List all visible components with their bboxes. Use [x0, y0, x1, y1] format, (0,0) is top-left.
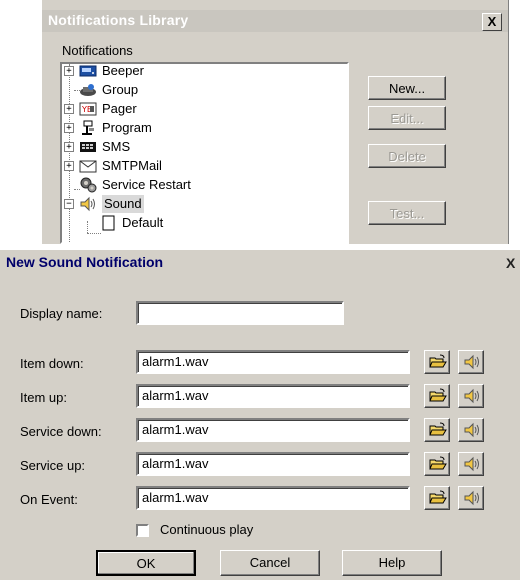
dialog-title-bar[interactable]: New Sound Notification X	[0, 250, 520, 274]
notifications-group-label: Notifications	[62, 43, 133, 58]
on-event-play-button[interactable]	[458, 486, 484, 510]
tree-item-sms[interactable]: + SMS	[62, 138, 342, 156]
on-event-sound-field[interactable]: alarm1.wav	[136, 486, 410, 510]
new-sound-notification-dialog: New Sound Notification X Display name: I…	[0, 250, 520, 580]
ok-button[interactable]: OK	[96, 550, 196, 576]
tree-item-label: Default	[122, 215, 164, 230]
tree-item-label: Beeper	[102, 63, 144, 78]
speaker-icon	[464, 354, 479, 370]
tree-item-label: Group	[102, 82, 139, 97]
notifications-tree[interactable]: + Beeper Group + YE Pager + Program + SM…	[60, 62, 349, 244]
item-down-sound-field[interactable]: alarm1.wav	[136, 350, 410, 374]
service-down-play-button[interactable]	[458, 418, 484, 442]
speaker-icon	[464, 388, 479, 404]
display-name-input[interactable]	[136, 301, 344, 325]
tree-item-label: SMS	[102, 139, 131, 154]
service-down-label: Service down:	[20, 424, 102, 439]
tree-item-smtpmail[interactable]: + SMTPMail	[62, 157, 342, 175]
tree-item-service-restart[interactable]: Service Restart	[62, 176, 342, 194]
service-restart-icon	[79, 177, 97, 193]
beeper-icon	[79, 64, 97, 79]
collapse-icon[interactable]: −	[64, 199, 74, 209]
group-icon	[79, 82, 97, 98]
expand-icon[interactable]: +	[64, 104, 74, 114]
library-title-bar[interactable]: Notifications Library X	[42, 10, 508, 32]
item-down-label: Item down:	[20, 356, 84, 371]
tree-item-label: Program	[102, 120, 152, 135]
tree-item-default[interactable]: Default	[62, 214, 342, 232]
service-down-browse-button[interactable]	[424, 418, 450, 442]
expand-icon[interactable]: +	[64, 161, 74, 171]
new-button[interactable]: New...	[368, 76, 446, 100]
on-event-label: On Event:	[20, 492, 78, 507]
item-up-label: Item up:	[20, 390, 67, 405]
edit-button[interactable]: Edit...	[368, 106, 446, 130]
expand-icon[interactable]: +	[64, 123, 74, 133]
program-icon	[79, 120, 97, 136]
open-folder-icon	[429, 388, 447, 402]
expand-icon[interactable]: +	[64, 142, 74, 152]
mail-icon	[79, 158, 97, 174]
delete-button[interactable]: Delete	[368, 144, 446, 168]
library-close-button[interactable]: X	[482, 13, 502, 31]
speaker-icon	[464, 456, 479, 472]
tree-item-label: Service Restart	[102, 177, 191, 192]
expand-icon[interactable]: +	[64, 66, 74, 76]
display-name-label: Display name:	[20, 306, 103, 321]
open-folder-icon	[429, 456, 447, 470]
item-up-play-button[interactable]	[458, 384, 484, 408]
service-up-play-button[interactable]	[458, 452, 484, 476]
continuous-play-checkbox[interactable]	[136, 524, 149, 537]
continuous-play-label: Continuous play	[160, 522, 254, 537]
tree-item-beeper[interactable]: + Beeper	[62, 63, 342, 80]
tree-item-label: Pager	[102, 101, 137, 116]
on-event-browse-button[interactable]	[424, 486, 450, 510]
tree-item-sound[interactable]: − Sound	[62, 195, 342, 213]
tree-item-label: SMTPMail	[102, 158, 162, 173]
library-title: Notifications Library	[48, 12, 189, 28]
tree-item-program[interactable]: + Program	[62, 119, 342, 137]
dialog-title: New Sound Notification	[6, 254, 164, 270]
tree-item-label: Sound	[102, 195, 144, 213]
service-down-sound-field[interactable]: alarm1.wav	[136, 418, 410, 442]
sms-icon	[79, 139, 97, 155]
notifications-library-window: Notifications Library X Notifications + …	[42, 0, 509, 244]
tree-item-group[interactable]: Group	[62, 81, 342, 99]
open-folder-icon	[429, 354, 447, 368]
service-up-browse-button[interactable]	[424, 452, 450, 476]
document-icon	[100, 215, 118, 231]
speaker-icon	[79, 196, 97, 212]
test-button[interactable]: Test...	[368, 201, 446, 225]
open-folder-icon	[429, 490, 447, 504]
open-folder-icon	[429, 422, 447, 436]
dialog-close-button[interactable]: X	[506, 255, 515, 271]
item-down-play-button[interactable]	[458, 350, 484, 374]
cancel-button[interactable]: Cancel	[220, 550, 320, 576]
item-down-browse-button[interactable]	[424, 350, 450, 374]
help-button[interactable]: Help	[342, 550, 442, 576]
tree-item-pager[interactable]: + YE Pager	[62, 100, 342, 118]
speaker-icon	[464, 422, 479, 438]
item-up-browse-button[interactable]	[424, 384, 450, 408]
pager-icon: YE	[79, 101, 97, 117]
service-up-label: Service up:	[20, 458, 86, 473]
item-up-sound-field[interactable]: alarm1.wav	[136, 384, 410, 408]
service-up-sound-field[interactable]: alarm1.wav	[136, 452, 410, 476]
speaker-icon	[464, 490, 479, 506]
